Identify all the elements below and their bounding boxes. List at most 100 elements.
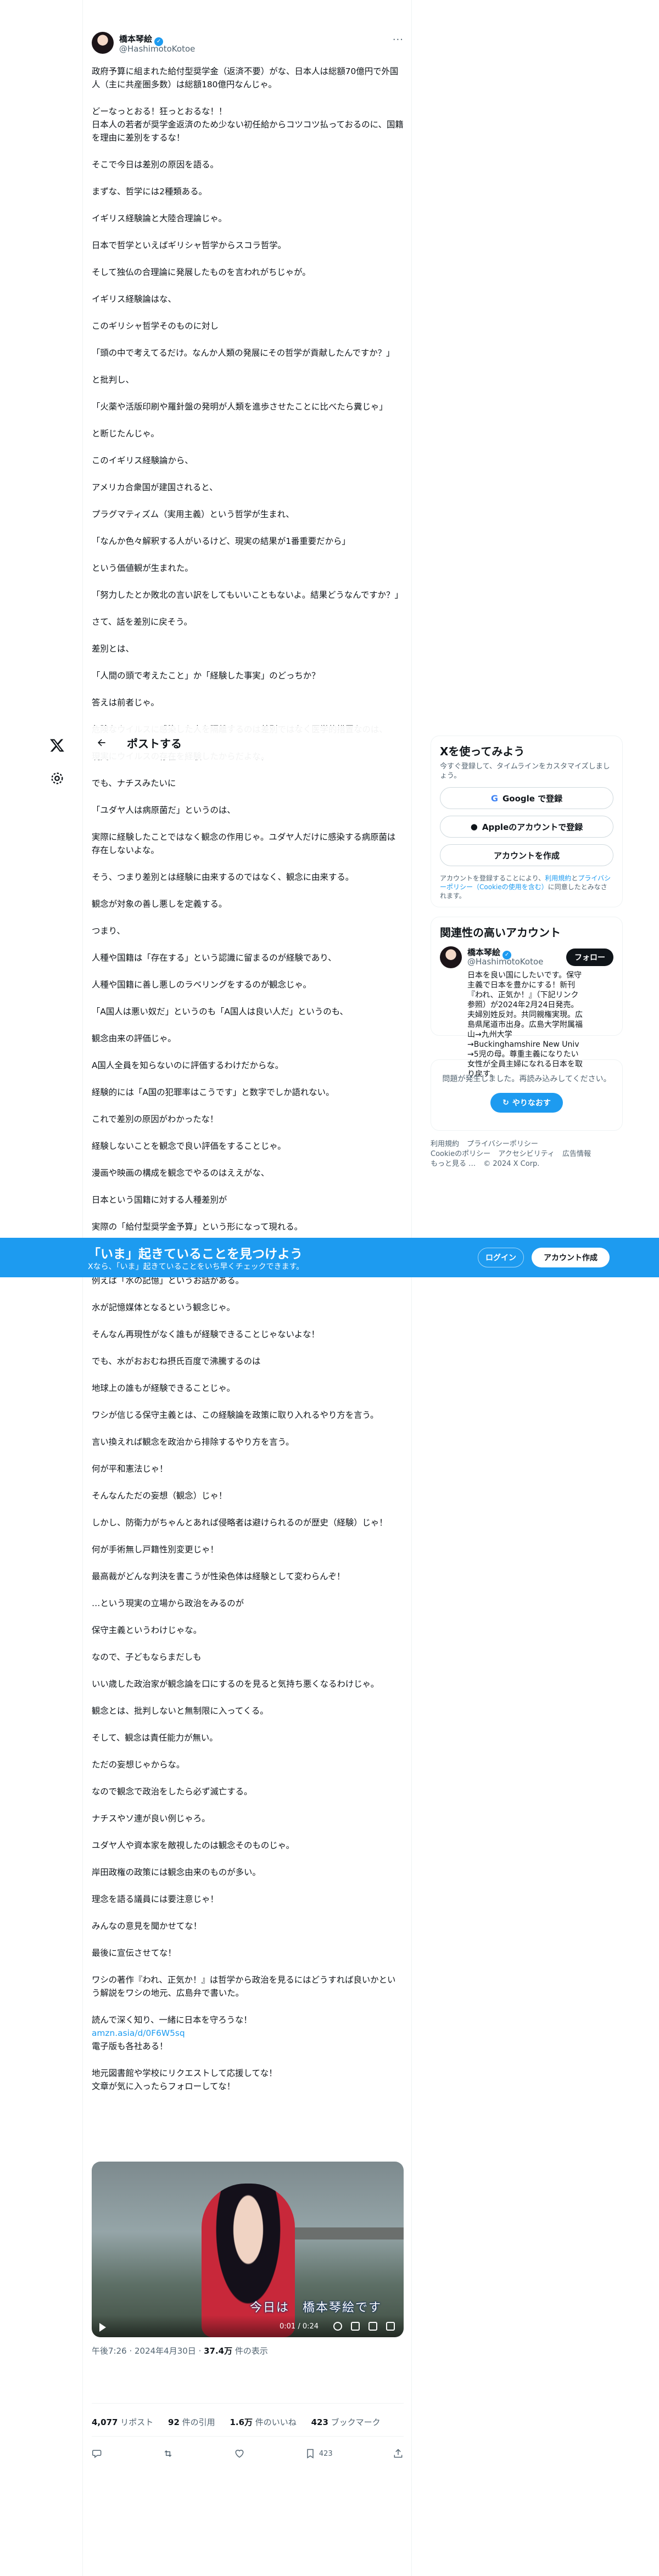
post-paragraph: という価値観が生まれた。 [92, 563, 193, 573]
post-paragraph: 最後に宣伝させてな！ [92, 1948, 176, 1958]
gear-icon[interactable] [49, 771, 65, 786]
post-paragraph: そんなん再現性がなく誰もが経験できることじゃないよな！ [92, 1329, 320, 1339]
post-paragraphs: 政府予算に組まれた給付型奨学金（返済不要）がな、日本人は総額70億円で外国人（主… [92, 65, 404, 2000]
post-paragraph: このギリシャ哲学そのものに対し [92, 321, 219, 331]
likes-stat[interactable]: 1.6万 件のいいね [230, 2417, 296, 2427]
post-author: 橋本琴絵 ✓ @HashimotoKotoe ··· [92, 32, 404, 58]
create-account-button[interactable]: アカウントを作成 [440, 844, 613, 866]
post-paragraph: 日本という国籍に対する人種差別が [92, 1195, 227, 1205]
pip-icon[interactable] [368, 2322, 377, 2331]
post-paragraph: このイギリス経験論から、 [92, 456, 193, 465]
post-paragraph: 答えは前者じゃ。 [92, 698, 159, 708]
post-paragraph: でも、水がおおむね摂氏百度で沸騰するのは [92, 1356, 261, 1366]
quotes-stat[interactable]: 92 件の引用 [168, 2417, 215, 2427]
footer-more[interactable]: もっと見る … [431, 1160, 476, 1168]
back-arrow-icon[interactable] [91, 732, 113, 754]
post-paragraph: でも、ナチスみたいに [92, 778, 176, 788]
post-paragraph: と断じたんじゃ。 [92, 429, 159, 439]
amazon-link[interactable]: amzn.asia/d/0F6W5sq [92, 2028, 185, 2038]
google-signup-button[interactable]: G Google で登録 [440, 787, 613, 809]
signup-legal: アカウントを登録することにより、利用規約とプライバシーポリシー（Cookieの使… [440, 874, 611, 900]
more-options-icon[interactable]: ··· [393, 34, 404, 46]
repost-icon[interactable] [163, 2448, 174, 2459]
closing-line-2: 文章が気に入ったらフォローしてな！ [92, 2081, 236, 2091]
post-paragraph: 実際の「給付型奨学金予算」という形になって現れる。 [92, 1222, 303, 1232]
post-meta: 午後7:26 · 2024年4月30日 · 37.4万 件の表示 [92, 2346, 268, 2356]
post-paragraph: さて、話を差別に戻そう。 [92, 617, 192, 627]
avatar[interactable] [92, 32, 114, 54]
join-subtitle: 今すぐ登録して、タイムラインをカスタマイズしましょう。 [440, 762, 610, 780]
post-paragraph: 「努力したとか敗北の言い訳をしてもいいこともないよ。結果どうなんですか？」 [92, 590, 403, 600]
follow-button[interactable]: フォロー [566, 949, 613, 966]
post-paragraph: みんなの意見を聞かせてな！ [92, 1921, 202, 1931]
related-account[interactable]: 橋本琴絵 ✓ @HashimotoKotoe フォロー 日本を良い国にしたいです。… [440, 946, 613, 1079]
footer-terms[interactable]: 利用規約 [431, 1140, 459, 1148]
post-paragraph: 実際に経験したことではなく観念の作用じゃ。ユダヤ人だけに感染する病原菌は存在しな… [92, 832, 396, 855]
reposts-stat[interactable]: 4,077 リポスト [92, 2417, 153, 2427]
join-card: Xを使ってみよう 今すぐ登録して、タイムラインをカスタマイズしましょう。 G Go… [431, 736, 623, 907]
primary-column: ポストする 橋本琴絵 ✓ @HashimotoKotoe ··· 政府予算に組まれ… [82, 0, 412, 2576]
signup-button[interactable]: アカウント作成 [532, 1248, 610, 1267]
divider [92, 2436, 404, 2437]
footer-copyright: © 2024 X Corp. [483, 1160, 540, 1168]
post-stats: 4,077 リポスト 92 件の引用 1.6万 件のいいね 423 ブックマーク [92, 2416, 393, 2428]
terms-link[interactable]: 利用規約 [545, 874, 571, 882]
reply-icon[interactable] [92, 2448, 103, 2459]
footer-ads[interactable]: 広告情報 [562, 1150, 591, 1158]
apple-signup-button[interactable]: ● Appleのアカウントで登録 [440, 816, 613, 838]
post-paragraph: そこで今日は差別の原因を語る。 [92, 160, 219, 170]
post-paragraph: そして独仏の合理論に発展したものを言われがちじゃが。 [92, 267, 311, 277]
avatar[interactable] [440, 946, 462, 968]
like-icon[interactable] [234, 2448, 245, 2459]
bookmark-icon[interactable]: 423 [305, 2448, 333, 2459]
footer-privacy[interactable]: プライバシーポリシー [467, 1140, 538, 1148]
join-title: Xを使ってみよう [440, 745, 525, 758]
post-paragraph: 「頭の中で考えてるだけ。なんか人類の発展にその哲学が貢献したんですか？」 [92, 348, 395, 358]
fullscreen-icon[interactable] [386, 2322, 395, 2331]
video-player[interactable]: 今日は 橋本琴絵です 0:01 / 0:24 [92, 2162, 404, 2337]
sidebar-footer: 利用規約 プライバシーポリシー Cookieのポリシー アクセシビリティ 広告情… [431, 1140, 623, 1169]
video-time: 0:01 / 0:24 [280, 2322, 319, 2331]
bookmarks-stat[interactable]: 423 ブックマーク [311, 2417, 381, 2427]
post-paragraph: そして、観念は責任能力が無い。 [92, 1733, 218, 1743]
login-button[interactable]: ログイン [478, 1248, 524, 1267]
refresh-icon: ↻ [502, 1098, 509, 1107]
post-paragraph: A国人全員を知らないのに評価するわけだからな。 [92, 1060, 284, 1070]
x-logo-icon[interactable] [49, 738, 65, 753]
post-paragraph: ワシが信じる保守主義とは、この経験論を政策に取り入れるやり方を言う。 [92, 1410, 379, 1420]
post-paragraph: 地球上の誰もが経験できることじゃ。 [92, 1383, 236, 1393]
post-paragraph: ナチスやソ連が良い例じゃろ。 [92, 1814, 210, 1823]
post-paragraph: ユダヤ人や資本家を敵視したのは観念そのものじゃ。 [92, 1840, 295, 1850]
share-icon[interactable] [393, 2448, 404, 2459]
post-paragraph: 最高裁がどんな判決を書こうが性染色体は経験として変わらんぞ！ [92, 1572, 345, 1581]
related-handle[interactable]: @HashimotoKotoe [467, 957, 543, 967]
post-paragraph: 観念とは、批判しないと無制限に入ってくる。 [92, 1706, 269, 1716]
banner-title: 「いま」起きていることを見つけよう [88, 1247, 303, 1261]
author-name[interactable]: 橋本琴絵 [119, 34, 152, 44]
post-paragraph: 「火薬や活版印刷や羅針盤の発明が人類を進歩させたことに比べたら糞じゃ」 [92, 402, 388, 412]
post-paragraph: いい歳した政治家が観念論を口にするのを見ると気持ち悪くなるわけじゃ。 [92, 1679, 379, 1689]
post-paragraph: プラグマティズム（実用主義）という哲学が生まれ、 [92, 509, 294, 519]
related-title: 関連性の高いアカウント [440, 926, 561, 939]
post-paragraph: 差別とは、 [92, 644, 134, 654]
post-paragraph: 何が平和憲法じゃ！ [92, 1464, 168, 1474]
post-paragraph: 観念由来の評価じゃ。 [92, 1034, 176, 1043]
author-handle[interactable]: @HashimotoKotoe [119, 44, 195, 54]
play-icon[interactable] [99, 2323, 106, 2332]
post-paragraph: なので、子どもならまだしも [92, 1652, 202, 1662]
cookie-link[interactable]: （Cookieの使用を含む） [473, 883, 548, 891]
post-paragraph: 人種や国籍に善し悪しのラベリングをするのが観念じゃ。 [92, 980, 311, 990]
post-paragraph: ワシの著作『われ、正気か！』は哲学から政治を見るにはどうすれば良いかという解説を… [92, 1975, 396, 1998]
post-paragraph: 経験しないことを観念で良い評価をすることじゃ。 [92, 1141, 286, 1151]
footer-cookie[interactable]: Cookieのポリシー [431, 1150, 490, 1158]
post-paragraph: 岸田政権の政策には観念由来のものが多い。 [92, 1867, 261, 1877]
retry-button[interactable]: ↻ やりなおす [490, 1093, 563, 1113]
video-controls: 0:01 / 0:24 [92, 2315, 404, 2337]
post-paragraph: どーなっとおる！狂っとおるな！！ 日本人の若者が奨学金返済のため少ない初任給から… [92, 106, 404, 143]
footer-accessibility[interactable]: アクセシビリティ [498, 1150, 555, 1158]
post-paragraph: 日本で哲学といえばギリシャ哲学からスコラ哲学。 [92, 240, 286, 250]
volume-icon[interactable] [333, 2322, 342, 2331]
captions-icon[interactable] [351, 2322, 360, 2331]
promo-line-2: 電子版も各社ある！ [92, 2041, 168, 2051]
post-timestamp[interactable]: 午後7:26 · 2024年4月30日 [92, 2346, 196, 2356]
